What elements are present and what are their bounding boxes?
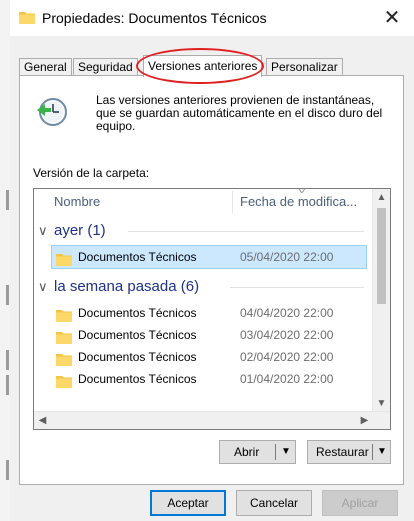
scroll-thumb[interactable]: [377, 208, 386, 304]
description-text: Las versiones anteriores provienen de in…: [96, 93, 383, 133]
item-date: 05/04/2020 22:00: [240, 250, 334, 264]
column-header-name[interactable]: Nombre: [54, 189, 100, 215]
title-bar: Propiedades: Documentos Técnicos ✕: [10, 0, 414, 36]
folder-icon: [19, 10, 35, 24]
sort-indicator-icon: ˅: [297, 188, 307, 197]
folder-version-label: Versión de la carpeta:: [33, 166, 150, 180]
group-label: ayer (1): [54, 222, 106, 239]
column-separator: [232, 191, 233, 213]
dropdown-arrow-icon[interactable]: ▼: [375, 441, 389, 463]
folder-icon: [56, 351, 72, 366]
restore-button-label: Restaurar: [316, 445, 369, 459]
item-date: 01/04/2020 22:00: [240, 372, 334, 386]
group-label: la semana pasada (6): [54, 278, 200, 295]
item-date: 04/04/2020 22:00: [240, 306, 334, 320]
list-item[interactable]: Documentos Técnicos 01/04/2020 22:00: [52, 368, 366, 390]
open-button-label: Abrir: [234, 445, 260, 459]
window-title: Propiedades: Documentos Técnicos: [42, 10, 267, 26]
close-button[interactable]: ✕: [370, 0, 414, 36]
horizontal-scrollbar[interactable]: ◀ ▶: [34, 411, 390, 429]
item-name: Documentos Técnicos: [78, 328, 197, 342]
chevron-down-icon: ∨: [38, 223, 48, 238]
scrollbar-corner: [373, 412, 390, 429]
scroll-up-icon[interactable]: ▲: [373, 189, 390, 206]
folder-icon: [56, 373, 72, 388]
scroll-left-icon[interactable]: ◀: [34, 412, 51, 429]
group-divider: [128, 231, 364, 232]
item-name: Documentos Técnicos: [78, 350, 197, 364]
apply-button[interactable]: Aplicar: [322, 490, 398, 516]
tab-personalizar[interactable]: Personalizar: [266, 58, 343, 76]
scroll-right-icon[interactable]: ▶: [356, 412, 373, 429]
clock-restore-icon: [35, 94, 69, 128]
properties-dialog: Propiedades: Documentos Técnicos ✕ Gener…: [10, 0, 414, 521]
list-item[interactable]: Documentos Técnicos 05/04/2020 22:00: [51, 245, 367, 269]
tab-seguridad[interactable]: Seguridad: [73, 58, 138, 76]
item-date: 02/04/2020 22:00: [240, 350, 334, 364]
folder-icon: [56, 329, 72, 344]
dropdown-arrow-icon[interactable]: ▼: [279, 441, 293, 463]
tab-versiones-anteriores[interactable]: Versiones anteriores: [143, 55, 263, 77]
accept-button[interactable]: Aceptar: [150, 490, 226, 516]
list-item[interactable]: Documentos Técnicos 02/04/2020 22:00: [52, 346, 366, 368]
tab-general[interactable]: General: [19, 58, 72, 76]
vertical-scrollbar[interactable]: ▲ ▼: [372, 189, 390, 412]
item-date: 03/04/2020 22:00: [240, 328, 334, 342]
chevron-down-icon: ∨: [38, 279, 48, 294]
cancel-button[interactable]: Cancelar: [236, 490, 312, 516]
open-split-button[interactable]: Abrir ▼: [219, 440, 296, 464]
item-name: Documentos Técnicos: [78, 372, 197, 386]
scroll-down-icon[interactable]: ▼: [373, 395, 390, 412]
folder-icon: [56, 307, 72, 322]
group-divider: [230, 287, 364, 288]
item-name: Documentos Técnicos: [78, 250, 197, 264]
versions-list[interactable]: Nombre Fecha de modifica... ˅ ∨ ayer (1) …: [33, 188, 391, 430]
list-item[interactable]: Documentos Técnicos 03/04/2020 22:00: [52, 324, 366, 346]
folder-icon: [56, 251, 72, 266]
item-name: Documentos Técnicos: [78, 306, 197, 320]
restore-split-button[interactable]: Restaurar ▼: [307, 440, 391, 464]
list-item[interactable]: Documentos Técnicos 04/04/2020 22:00: [52, 302, 366, 324]
tab-panel: Las versiones anteriores provienen de in…: [19, 75, 404, 485]
